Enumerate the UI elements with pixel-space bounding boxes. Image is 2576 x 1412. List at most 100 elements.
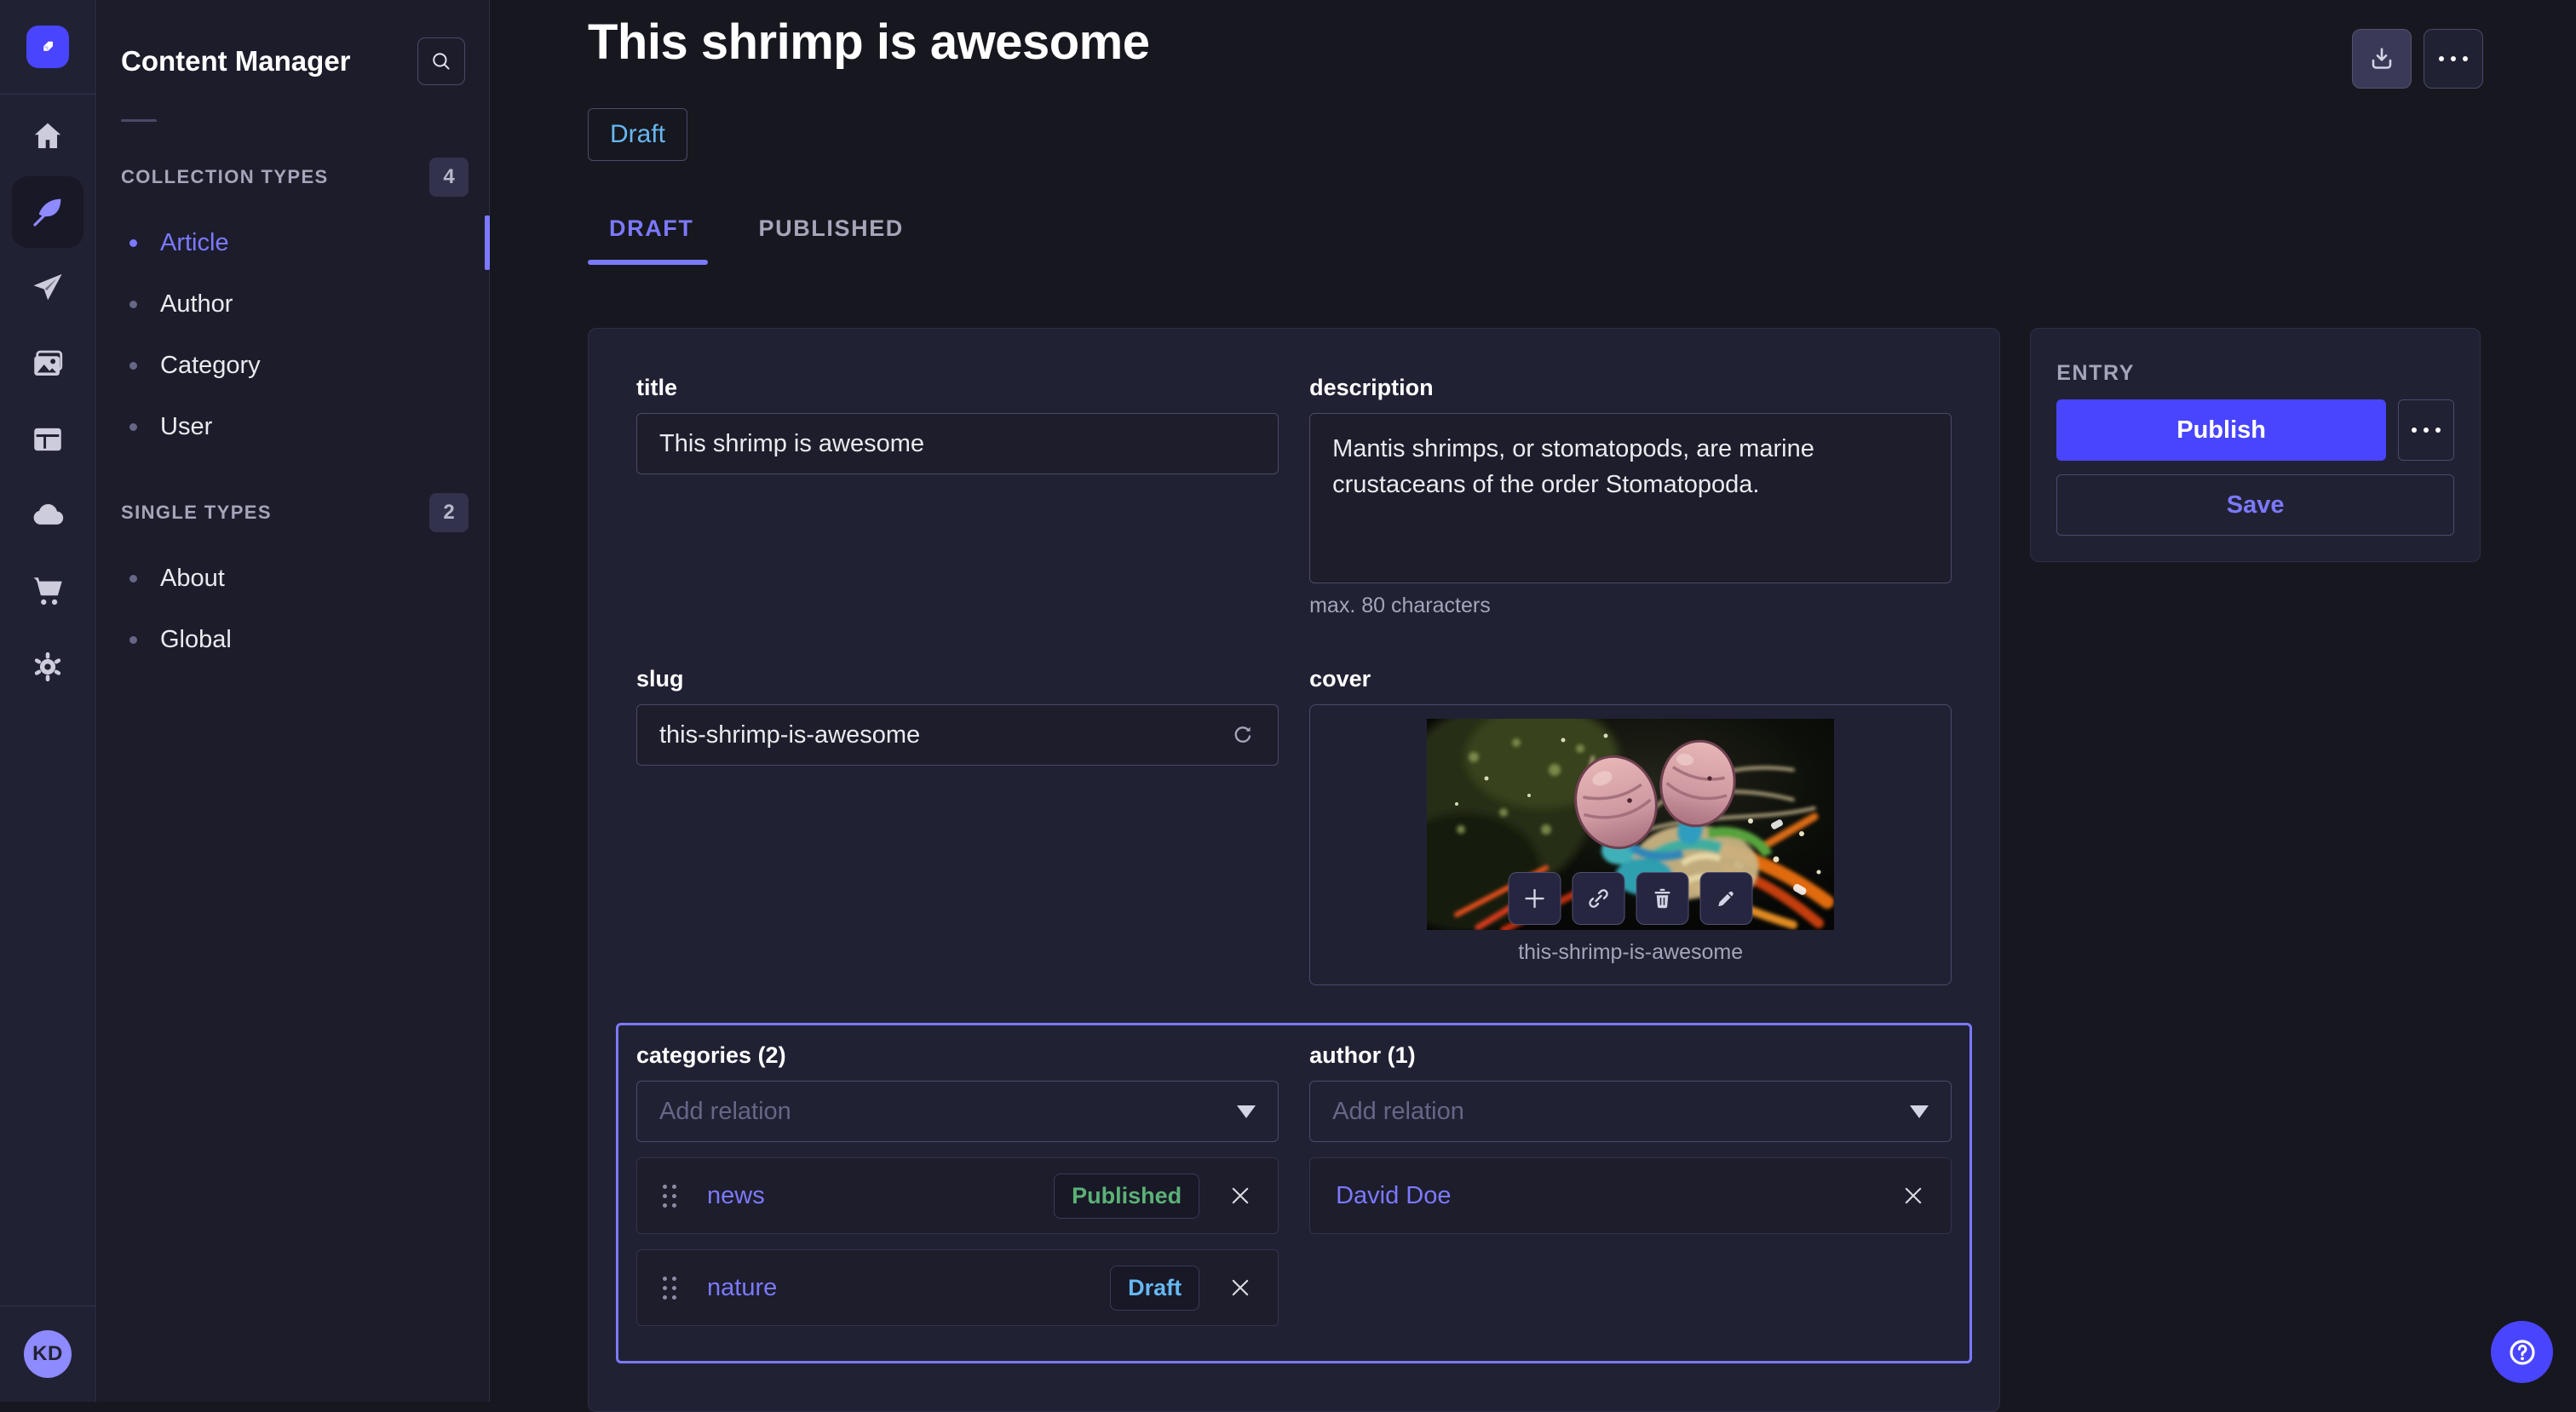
relation-name[interactable]: news	[707, 1182, 765, 1210]
save-button[interactable]: Save	[2056, 474, 2454, 536]
slug-field: slug this-shrimp-is-awesome	[636, 666, 1279, 985]
cover-actions	[1509, 872, 1753, 925]
slug-input[interactable]: this-shrimp-is-awesome	[636, 704, 1279, 766]
categories-field: categories (2) Add relation news Publish…	[636, 1042, 1279, 1326]
tabs: DRAFT PUBLISHED	[588, 215, 2481, 258]
single-types-header: SINGLE TYPES 2	[97, 493, 489, 532]
bullet-icon	[129, 575, 137, 583]
nav-rail: KD	[0, 0, 96, 1402]
add-relation-placeholder: Add relation	[659, 1098, 791, 1126]
cover-field-label: cover	[1309, 666, 1952, 692]
edit-media-button[interactable]	[1700, 872, 1753, 925]
sidebar-item-global[interactable]: Global	[97, 609, 489, 670]
search-icon	[430, 50, 452, 72]
slug-field-label: slug	[636, 666, 1279, 692]
settings-gear-icon[interactable]	[0, 629, 95, 704]
relation-status-badge: Published	[1054, 1174, 1199, 1219]
add-relation-placeholder: Add relation	[1332, 1098, 1464, 1126]
relation-name[interactable]: nature	[707, 1274, 777, 1302]
rail-nav	[0, 98, 95, 704]
subnav-divider-dash	[121, 119, 157, 122]
drag-handle-icon[interactable]	[663, 1277, 676, 1300]
collection-types-count-badge: 4	[429, 158, 469, 197]
more-options-button[interactable]	[2424, 29, 2483, 89]
title-input-value: This shrimp is awesome	[659, 430, 924, 458]
more-options-icon	[2439, 56, 2468, 61]
more-options-icon	[2412, 428, 2441, 433]
content-type-builder-icon[interactable]	[0, 401, 95, 477]
delete-media-button[interactable]	[1636, 872, 1689, 925]
status-badge: Draft	[588, 108, 687, 161]
edit-form-card: title This shrimp is awesome description…	[588, 328, 2000, 1412]
cover-field: cover	[1309, 666, 1952, 985]
remove-relation-button[interactable]	[1228, 1184, 1252, 1208]
trash-icon	[1650, 886, 1676, 911]
relation-name[interactable]: David Doe	[1336, 1182, 1451, 1210]
strapi-logo-icon[interactable]	[26, 26, 69, 68]
remove-relation-button[interactable]	[1901, 1184, 1925, 1208]
sidebar-item-about[interactable]: About	[97, 548, 489, 609]
cloud-icon[interactable]	[0, 477, 95, 553]
bullet-icon	[129, 636, 137, 644]
main-content: This shrimp is awesome Draft DRAFT PUBLI…	[491, 0, 2576, 1402]
search-button[interactable]	[417, 37, 465, 85]
feather-icon	[30, 194, 66, 230]
help-button[interactable]	[2491, 1321, 2553, 1383]
single-types-count-badge: 2	[429, 493, 469, 532]
add-media-button[interactable]	[1509, 872, 1561, 925]
publish-button[interactable]: Publish	[2056, 399, 2386, 461]
title-field-label: title	[636, 375, 1279, 401]
content-manager-nav[interactable]	[0, 174, 95, 250]
collection-types-header: COLLECTION TYPES 4	[97, 158, 489, 197]
close-icon	[1228, 1184, 1252, 1208]
marketplace-cart-icon[interactable]	[0, 553, 95, 629]
categories-field-label: categories (2)	[636, 1042, 1279, 1069]
avatar[interactable]: KD	[24, 1330, 72, 1378]
description-field: description Mantis shrimps, or stomatopo…	[1309, 375, 1952, 618]
sidebar-item-user[interactable]: User	[97, 396, 489, 457]
send-icon[interactable]	[0, 250, 95, 325]
media-library-icon[interactable]	[0, 325, 95, 401]
copy-link-button[interactable]	[1573, 872, 1625, 925]
collection-types-list: Article Author Category User	[97, 212, 489, 457]
cover-filename: this-shrimp-is-awesome	[1518, 940, 1743, 965]
link-icon	[1586, 886, 1612, 911]
add-icon	[1522, 886, 1548, 911]
section-label: SINGLE TYPES	[121, 502, 272, 524]
author-field-label: author (1)	[1309, 1042, 1952, 1069]
author-field: author (1) Add relation David Doe	[1309, 1042, 1952, 1326]
close-icon	[1228, 1276, 1252, 1300]
title-input[interactable]: This shrimp is awesome	[636, 413, 1279, 474]
active-nav-tile	[12, 176, 83, 248]
relations-highlight-box: categories (2) Add relation news Publish…	[616, 1023, 1972, 1363]
rail-divider	[0, 94, 96, 95]
author-add-relation-select[interactable]: Add relation	[1309, 1081, 1952, 1142]
remove-relation-button[interactable]	[1228, 1276, 1252, 1300]
refresh-icon[interactable]	[1230, 722, 1256, 748]
download-icon	[2368, 45, 2395, 72]
relation-row-nature: nature Draft	[636, 1249, 1279, 1326]
home-icon[interactable]	[0, 98, 95, 174]
description-textarea[interactable]: Mantis shrimps, or stomatopods, are mari…	[1309, 413, 1952, 583]
categories-add-relation-select[interactable]: Add relation	[636, 1081, 1279, 1142]
edit-pencil-icon	[1714, 886, 1739, 911]
bullet-icon	[129, 301, 137, 308]
sidebar-item-article[interactable]: Article	[97, 212, 489, 273]
description-field-label: description	[1309, 375, 1952, 401]
chevron-down-icon	[1910, 1105, 1929, 1118]
subnav: Content Manager COLLECTION TYPES 4 Artic…	[97, 0, 490, 1402]
tab-draft[interactable]: DRAFT	[588, 215, 715, 258]
active-indicator-bar	[485, 215, 490, 270]
entry-panel-title: ENTRY	[2056, 361, 2454, 386]
tab-published[interactable]: PUBLISHED	[737, 215, 924, 258]
description-hint: max. 80 characters	[1309, 594, 1952, 618]
subnav-title: Content Manager	[121, 45, 351, 77]
relation-row-david-doe: David Doe	[1309, 1157, 1952, 1234]
entry-more-options-button[interactable]	[2398, 399, 2454, 461]
help-question-icon	[2506, 1336, 2539, 1369]
drag-handle-icon[interactable]	[663, 1185, 676, 1208]
sidebar-item-category[interactable]: Category	[97, 335, 489, 396]
sidebar-item-author[interactable]: Author	[97, 273, 489, 335]
download-button[interactable]	[2352, 29, 2412, 89]
header-actions	[2352, 29, 2483, 89]
